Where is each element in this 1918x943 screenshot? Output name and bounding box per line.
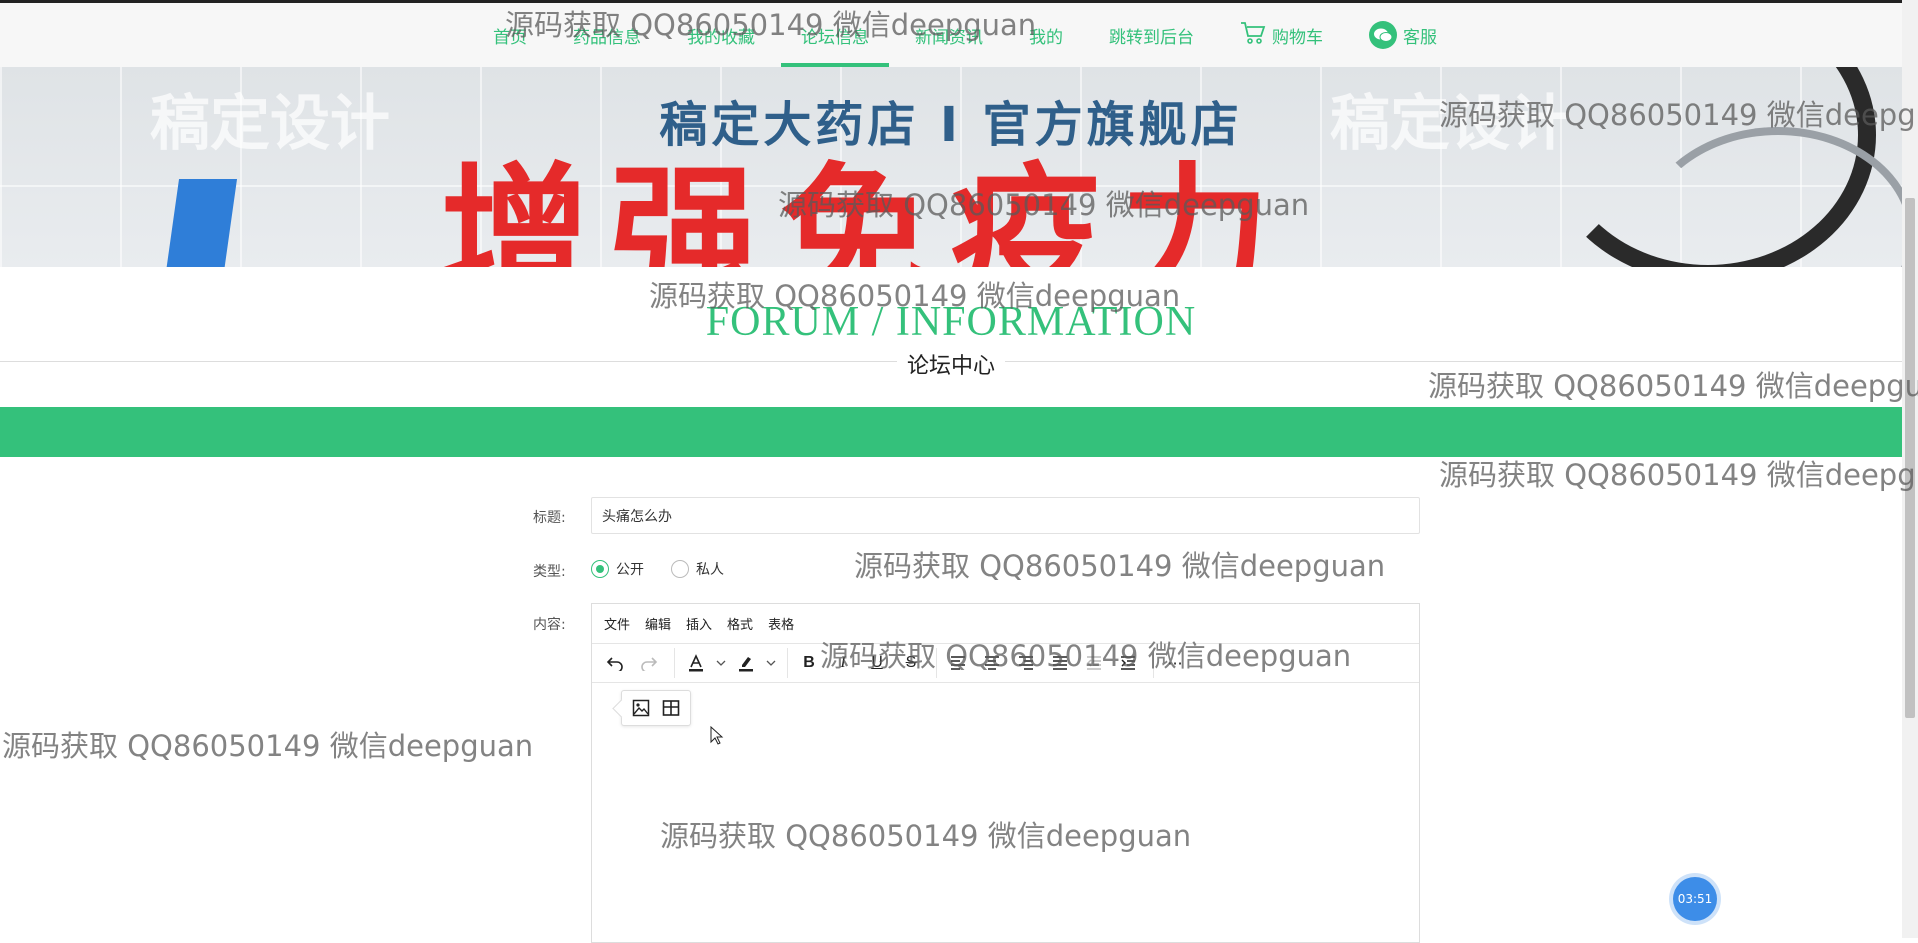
radio-public[interactable] (591, 560, 609, 578)
nav-item-news[interactable]: 新闻资讯 (915, 3, 983, 67)
banner-decor-shape (164, 179, 238, 267)
nav-label: 我的 (1029, 27, 1063, 48)
underline-icon[interactable]: U (862, 648, 892, 678)
section-title-en: FORUM / INFORMATION (705, 299, 1197, 345)
nav-label: 新闻资讯 (915, 27, 983, 48)
cart-icon (1240, 21, 1266, 50)
nav-item-mine[interactable]: 我的 (1029, 3, 1063, 67)
menu-format[interactable]: 格式 (727, 614, 753, 633)
editor-menubar: 文件 编辑 插入 格式 表格 (592, 604, 1419, 644)
timer-badge[interactable]: 03:51 (1673, 877, 1717, 921)
text-color-icon[interactable] (681, 648, 711, 678)
indent-icon[interactable] (1113, 648, 1143, 678)
menu-insert[interactable]: 插入 (686, 614, 712, 633)
undo-icon[interactable] (600, 648, 630, 678)
nav-label: 药品信息 (573, 27, 641, 48)
menu-edit[interactable]: 编辑 (645, 614, 671, 633)
type-radio-group: 公开 私人 (591, 559, 751, 579)
toolbar-separator (674, 648, 675, 678)
toolbar-separator (1153, 648, 1154, 678)
nav-label: 论坛信息 (801, 27, 869, 48)
nav-item-cart[interactable]: 购物车 (1240, 3, 1323, 67)
section-title-cn-text: 论坛中心 (896, 354, 1005, 379)
toolbar-separator (787, 648, 788, 678)
align-right-icon[interactable] (1011, 648, 1041, 678)
promo-banner: 稿定设计 稿定设计 稿定大药店 I 官方旗舰店 增强免疫力 (0, 67, 1902, 267)
strikethrough-icon[interactable]: S (896, 648, 926, 678)
align-center-icon[interactable] (977, 648, 1007, 678)
nav-label: 购物车 (1272, 27, 1323, 48)
editor-toolbar: B I U S ··· (592, 644, 1419, 683)
wechat-icon (1369, 21, 1397, 49)
watermark: 源码获取 QQ86050149 微信deepguan (854, 549, 1386, 583)
more-icon[interactable]: ··· (1160, 648, 1190, 678)
align-justify-icon[interactable] (1045, 648, 1075, 678)
nav-item-service[interactable]: 客服 (1369, 3, 1437, 67)
nav-item-home[interactable]: 首页 (493, 3, 527, 67)
image-icon[interactable] (626, 694, 656, 722)
radio-public-label[interactable]: 公开 (616, 559, 644, 579)
nav-label: 客服 (1403, 27, 1437, 48)
insert-quickbar (621, 690, 691, 726)
menu-file[interactable]: 文件 (604, 614, 630, 633)
rich-text-editor: 文件 编辑 插入 格式 表格 B I U S ··· (591, 603, 1420, 943)
bold-icon[interactable]: B (794, 648, 824, 678)
nav-label: 跳转到后台 (1109, 27, 1194, 48)
radio-private[interactable] (671, 560, 689, 578)
title-label: 标题: (533, 510, 566, 526)
section-green-bar (0, 407, 1902, 457)
banner-slogan: 增强免疫力 (440, 150, 1291, 267)
nav-item-medicine[interactable]: 药品信息 (573, 3, 641, 67)
nav-item-forum[interactable]: 论坛信息 (781, 3, 889, 67)
scrollbar-thumb[interactable] (1905, 198, 1915, 718)
top-navbar: 首页 药品信息 我的收藏 论坛信息 新闻资讯 我的 跳转到后台 购物车 客服 (0, 0, 1902, 67)
table-icon[interactable] (656, 694, 686, 722)
section-title-cn: 论坛中心 (0, 348, 1902, 380)
nav-item-admin[interactable]: 跳转到后台 (1109, 3, 1194, 67)
toolbar-separator (936, 648, 937, 678)
redo-icon[interactable] (634, 648, 664, 678)
content-label: 内容: (533, 617, 566, 633)
italic-icon[interactable]: I (828, 648, 858, 678)
watermark: 源码获取 QQ86050149 微信deepguan (1439, 458, 1918, 492)
watermark: 源码获取 QQ86050149 微信deepguan (2, 729, 534, 763)
nav-menu: 首页 药品信息 我的收藏 论坛信息 新闻资讯 我的 跳转到后台 购物车 客服 (493, 3, 1483, 67)
align-left-icon[interactable] (943, 648, 973, 678)
title-input[interactable] (591, 497, 1420, 534)
menu-table[interactable]: 表格 (768, 614, 794, 633)
nav-label: 首页 (493, 27, 527, 48)
outdent-icon[interactable] (1079, 648, 1109, 678)
chevron-down-icon[interactable] (715, 648, 727, 678)
nav-item-favorites[interactable]: 我的收藏 (687, 3, 755, 67)
mouse-cursor-icon (710, 725, 724, 750)
radio-private-label[interactable]: 私人 (696, 559, 724, 579)
page-scrollbar[interactable] (1902, 0, 1918, 938)
nav-label: 我的收藏 (687, 27, 755, 48)
highlight-icon[interactable] (731, 648, 761, 678)
chevron-down-icon[interactable] (765, 648, 777, 678)
type-label: 类型: (533, 564, 566, 580)
